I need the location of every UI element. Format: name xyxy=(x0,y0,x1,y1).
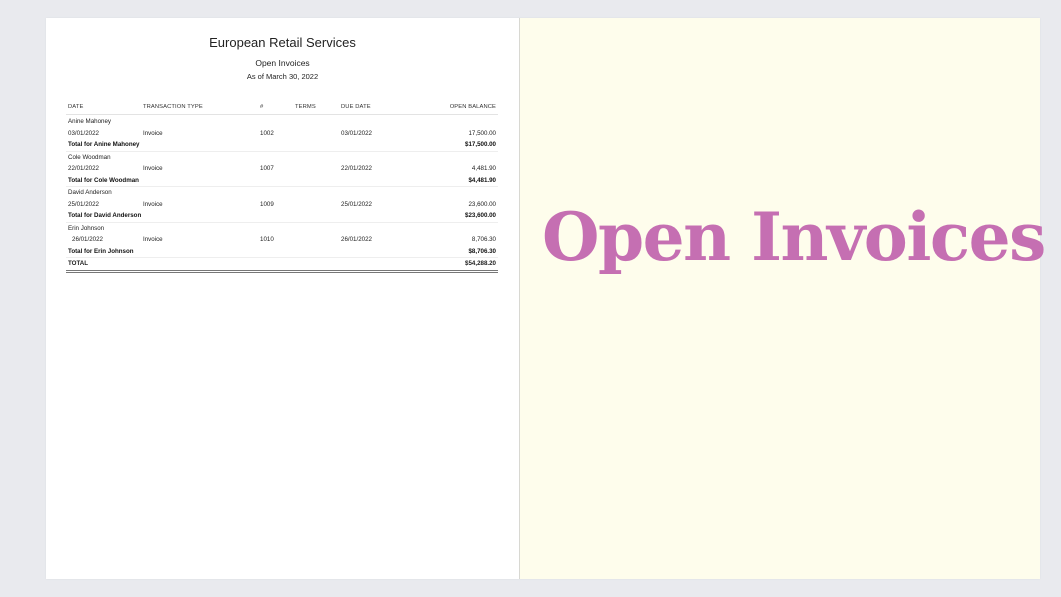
invoice-date: 26/01/2022 xyxy=(72,236,103,243)
customer-total-amount: $23,600.00 xyxy=(465,212,496,219)
invoice-row: 26/01/2022 Invoice 1010 26/01/2022 8,706… xyxy=(66,234,498,246)
column-header-due-date: DUE DATE xyxy=(341,104,371,110)
customer-total-row: Total for David Anderson $23,600.00 xyxy=(66,210,498,223)
grand-total-amount: $54,288.20 xyxy=(465,260,496,267)
invoice-number: 1007 xyxy=(260,165,274,172)
customer-total-label: Total for Cole Woodman xyxy=(68,176,139,184)
customer-total-amount: $8,706.30 xyxy=(468,247,496,255)
report-title: Open Invoices xyxy=(255,58,310,68)
title-panel: Open Invoices xyxy=(520,18,1046,579)
invoice-due-date: 22/01/2022 xyxy=(341,165,372,172)
invoice-type: Invoice xyxy=(143,129,163,137)
customer-total-row: Total for Anine Mahoney $17,500.00 xyxy=(66,139,498,152)
invoice-type: Invoice xyxy=(143,165,163,172)
grand-total-label: TOTAL xyxy=(68,260,89,267)
company-name: European Retail Services xyxy=(209,35,356,50)
customer-total-amount: $17,500.00 xyxy=(465,141,496,148)
customer-row: Erin Johnson xyxy=(66,223,498,235)
invoice-due-date: 03/01/2022 xyxy=(341,129,372,137)
invoice-date: 25/01/2022 xyxy=(68,200,99,208)
invoice-balance: 23,600.00 xyxy=(468,200,496,208)
invoice-balance: 4,481.90 xyxy=(471,165,496,172)
column-header-number: # xyxy=(260,104,264,110)
column-header-open-balance: OPEN BALANCE xyxy=(449,104,496,110)
invoice-type: Invoice xyxy=(143,200,163,208)
open-invoices-table: DATE TRANSACTION TYPE # TERMS DUE DATE O… xyxy=(66,102,498,273)
customer-row: Cole Woodman xyxy=(66,152,498,164)
column-header-terms: TERMS xyxy=(295,104,316,110)
invoice-date: 03/01/2022 xyxy=(68,129,99,137)
table-header-row: DATE TRANSACTION TYPE # TERMS DUE DATE O… xyxy=(66,102,498,115)
customer-row: Anine Mahoney xyxy=(66,116,498,128)
customer-total-row: Total for Cole Woodman $4,481.90 xyxy=(66,175,498,187)
customer-name: David Anderson xyxy=(68,189,112,196)
invoice-date: 22/01/2022 xyxy=(68,165,99,172)
invoice-balance: 17,500.00 xyxy=(468,129,496,137)
invoice-balance: 8,706.30 xyxy=(471,236,496,243)
invoice-number: 1009 xyxy=(260,200,274,208)
invoice-number: 1010 xyxy=(260,236,274,243)
customer-total-label: Total for Anine Mahoney xyxy=(68,141,140,148)
customer-total-label: Total for David Anderson xyxy=(68,212,142,219)
invoice-due-date: 25/01/2022 xyxy=(341,200,372,208)
customer-name: Cole Woodman xyxy=(68,153,111,161)
report-as-of-date: As of March 30, 2022 xyxy=(246,72,319,81)
invoice-due-date: 26/01/2022 xyxy=(341,236,372,243)
slide: European Retail Services Open Invoices A… xyxy=(46,18,1046,579)
invoice-row: 22/01/2022 Invoice 1007 22/01/2022 4,481… xyxy=(66,163,498,175)
invoice-row: 25/01/2022 Invoice 1009 25/01/2022 23,60… xyxy=(66,199,498,211)
customer-row: David Anderson xyxy=(66,187,498,199)
customer-name: Erin Johnson xyxy=(68,224,105,232)
customer-name: Anine Mahoney xyxy=(68,118,111,125)
customer-total-row: Total for Erin Johnson $8,706.30 xyxy=(66,246,498,258)
customer-total-amount: $4,481.90 xyxy=(468,176,496,184)
customer-total-label: Total for Erin Johnson xyxy=(68,247,134,255)
invoice-type: Invoice xyxy=(143,236,163,243)
invoice-number: 1002 xyxy=(260,129,274,137)
slide-title: Open Invoices xyxy=(542,198,1046,276)
column-header-transaction-type: TRANSACTION TYPE xyxy=(143,104,203,110)
grand-total-row: TOTAL $54,288.20 xyxy=(66,258,498,273)
report-panel: European Retail Services Open Invoices A… xyxy=(46,18,520,579)
invoice-row: 03/01/2022 Invoice 1002 03/01/2022 17,50… xyxy=(66,128,498,140)
column-header-date: DATE xyxy=(68,104,84,110)
